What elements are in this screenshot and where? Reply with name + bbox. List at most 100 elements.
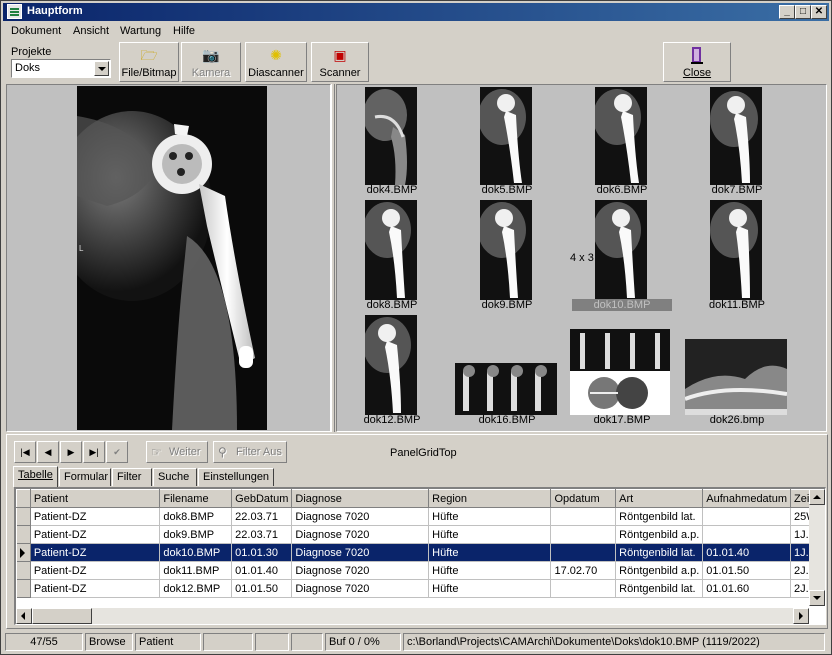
- tab-filter[interactable]: Filter: [112, 468, 152, 486]
- table-cell[interactable]: 01.01.40: [231, 561, 293, 580]
- next-record-button[interactable]: ▶: [60, 441, 82, 463]
- column-header[interactable]: Region: [428, 489, 552, 508]
- close-window-button[interactable]: ✕: [811, 5, 827, 19]
- maximize-button[interactable]: □: [795, 5, 811, 19]
- menu-dokument[interactable]: Dokument: [11, 25, 61, 37]
- table-cell[interactable]: 01.01.30: [231, 543, 293, 562]
- row-indicator[interactable]: [16, 525, 31, 544]
- app-icon[interactable]: [7, 4, 22, 19]
- table-cell[interactable]: dok12.BMP: [159, 579, 233, 598]
- table-cell[interactable]: dok10.BMP: [159, 543, 233, 562]
- scroll-left-button[interactable]: [16, 608, 32, 624]
- table-cell[interactable]: 22.03.71: [231, 525, 293, 544]
- table-cell[interactable]: Patient-DZ: [30, 507, 161, 526]
- table-cell[interactable]: Röntgenbild a.p.: [615, 561, 704, 580]
- horizontal-scrollbar[interactable]: [16, 608, 809, 624]
- table-cell[interactable]: [550, 543, 617, 562]
- project-select-value: Doks: [15, 62, 41, 74]
- table-row[interactable]: Patient-DZ dok9.BMP 22.03.71 Diagnose 70…: [16, 525, 825, 544]
- table-cell[interactable]: Patient-DZ: [30, 561, 161, 580]
- table-row-selected[interactable]: Patient-DZ dok10.BMP 01.01.30 Diagnose 7…: [16, 543, 825, 562]
- scroll-down-button[interactable]: [809, 590, 825, 606]
- table-cell[interactable]: 01.01.60: [702, 579, 792, 598]
- table-cell[interactable]: [550, 507, 617, 526]
- pane-splitter[interactable]: [331, 84, 335, 432]
- post-checkmark-button[interactable]: ✔: [106, 441, 128, 463]
- horizontal-scroll-thumb[interactable]: [32, 608, 92, 624]
- table-cell[interactable]: Hüfte: [428, 525, 552, 544]
- menu-ansicht[interactable]: Ansicht: [73, 25, 109, 37]
- data-grid[interactable]: Patient Filename GebDatum Diagnose Regio…: [14, 487, 826, 625]
- table-row[interactable]: Patient-DZ dok11.BMP 01.01.40 Diagnose 7…: [16, 561, 825, 580]
- column-header[interactable]: GebDatum: [231, 489, 293, 508]
- table-cell[interactable]: 17.02.70: [550, 561, 617, 580]
- table-cell[interactable]: dok8.BMP: [159, 507, 233, 526]
- table-cell[interactable]: Hüfte: [428, 507, 552, 526]
- diascanner-button[interactable]: ✺ Diascanner: [245, 42, 307, 82]
- thumbnail-gallery[interactable]: dok4.BMP dok5.BMP dok6.BMP dok7.BMP dok8…: [336, 84, 827, 432]
- column-header[interactable]: Diagnose: [291, 489, 430, 508]
- row-indicator[interactable]: [16, 507, 31, 526]
- table-cell[interactable]: Diagnose 7020: [291, 579, 430, 598]
- table-cell[interactable]: Röntgenbild lat.: [615, 543, 704, 562]
- row-indicator[interactable]: [16, 561, 31, 580]
- tab-tabelle[interactable]: Tabelle: [13, 466, 58, 487]
- table-cell[interactable]: Diagnose 7020: [291, 543, 430, 562]
- table-cell[interactable]: Röntgenbild a.p.: [615, 525, 704, 544]
- table-row[interactable]: Patient-DZ dok12.BMP 01.01.50 Diagnose 7…: [16, 579, 825, 598]
- table-cell[interactable]: 01.01.40: [702, 543, 792, 562]
- tab-formular[interactable]: Formular: [59, 468, 111, 486]
- table-cell[interactable]: [550, 579, 617, 598]
- table-cell[interactable]: Patient-DZ: [30, 543, 161, 562]
- thumbnail-caption: dok12.BMP: [363, 414, 421, 426]
- file-bitmap-button[interactable]: 🗁 File/Bitmap: [119, 42, 179, 82]
- table-cell[interactable]: Röntgenbild lat.: [615, 507, 704, 526]
- filter-off-button[interactable]: ⚲ Filter Aus: [213, 441, 287, 463]
- table-cell[interactable]: Patient-DZ: [30, 525, 161, 544]
- table-cell[interactable]: dok9.BMP: [159, 525, 233, 544]
- close-button[interactable]: Close: [663, 42, 731, 82]
- table-cell[interactable]: [550, 525, 617, 544]
- table-cell[interactable]: [702, 525, 792, 544]
- scroll-up-button[interactable]: [809, 489, 825, 505]
- column-header[interactable]: Filename: [159, 489, 233, 508]
- column-header[interactable]: Art: [615, 489, 704, 508]
- table-cell[interactable]: dok11.BMP: [159, 561, 233, 580]
- table-cell[interactable]: Diagnose 7020: [291, 561, 430, 580]
- table-cell[interactable]: Hüfte: [428, 579, 552, 598]
- weiter-button[interactable]: ☞ Weiter: [146, 441, 208, 463]
- first-record-button[interactable]: |◀: [14, 441, 36, 463]
- table-cell[interactable]: Röntgenbild lat.: [615, 579, 704, 598]
- row-indicator[interactable]: [16, 579, 31, 598]
- table-cell[interactable]: [702, 507, 792, 526]
- table-cell[interactable]: Hüfte: [428, 561, 552, 580]
- scanner-icon: ▣: [333, 47, 347, 63]
- project-select[interactable]: Doks: [11, 59, 111, 78]
- chevron-down-icon[interactable]: [94, 61, 109, 76]
- minimize-button[interactable]: _: [779, 5, 795, 19]
- table-cell[interactable]: 22.03.71: [231, 507, 293, 526]
- vertical-scrollbar[interactable]: [809, 489, 825, 606]
- column-header[interactable]: Aufnahmedatum: [702, 489, 792, 508]
- table-cell[interactable]: Hüfte: [428, 543, 552, 562]
- title-bar[interactable]: Hauptform _ □ ✕: [3, 3, 829, 21]
- table-cell[interactable]: Patient-DZ: [30, 579, 161, 598]
- tab-einstellungen[interactable]: Einstellungen: [198, 468, 274, 486]
- row-indicator[interactable]: [16, 543, 31, 562]
- image-preview-pane[interactable]: L: [6, 84, 331, 432]
- menu-wartung[interactable]: Wartung: [120, 25, 161, 37]
- last-record-button[interactable]: ▶|: [83, 441, 105, 463]
- column-header[interactable]: Patient: [29, 489, 161, 508]
- prior-record-button[interactable]: ◀: [37, 441, 59, 463]
- tab-suche[interactable]: Suche: [153, 468, 197, 486]
- column-header[interactable]: Opdatum: [550, 489, 617, 508]
- table-cell[interactable]: 01.01.50: [702, 561, 792, 580]
- menu-hilfe[interactable]: Hilfe: [173, 25, 195, 37]
- table-row[interactable]: Patient-DZ dok8.BMP 22.03.71 Diagnose 70…: [16, 507, 825, 526]
- scroll-right-button[interactable]: [793, 608, 809, 624]
- table-cell[interactable]: Diagnose 7020: [291, 525, 430, 544]
- camera-button[interactable]: 📷 Kamera: [181, 42, 241, 82]
- table-cell[interactable]: 01.01.50: [231, 579, 293, 598]
- scanner-button[interactable]: ▣ Scanner: [311, 42, 369, 82]
- table-cell[interactable]: Diagnose 7020: [291, 507, 430, 526]
